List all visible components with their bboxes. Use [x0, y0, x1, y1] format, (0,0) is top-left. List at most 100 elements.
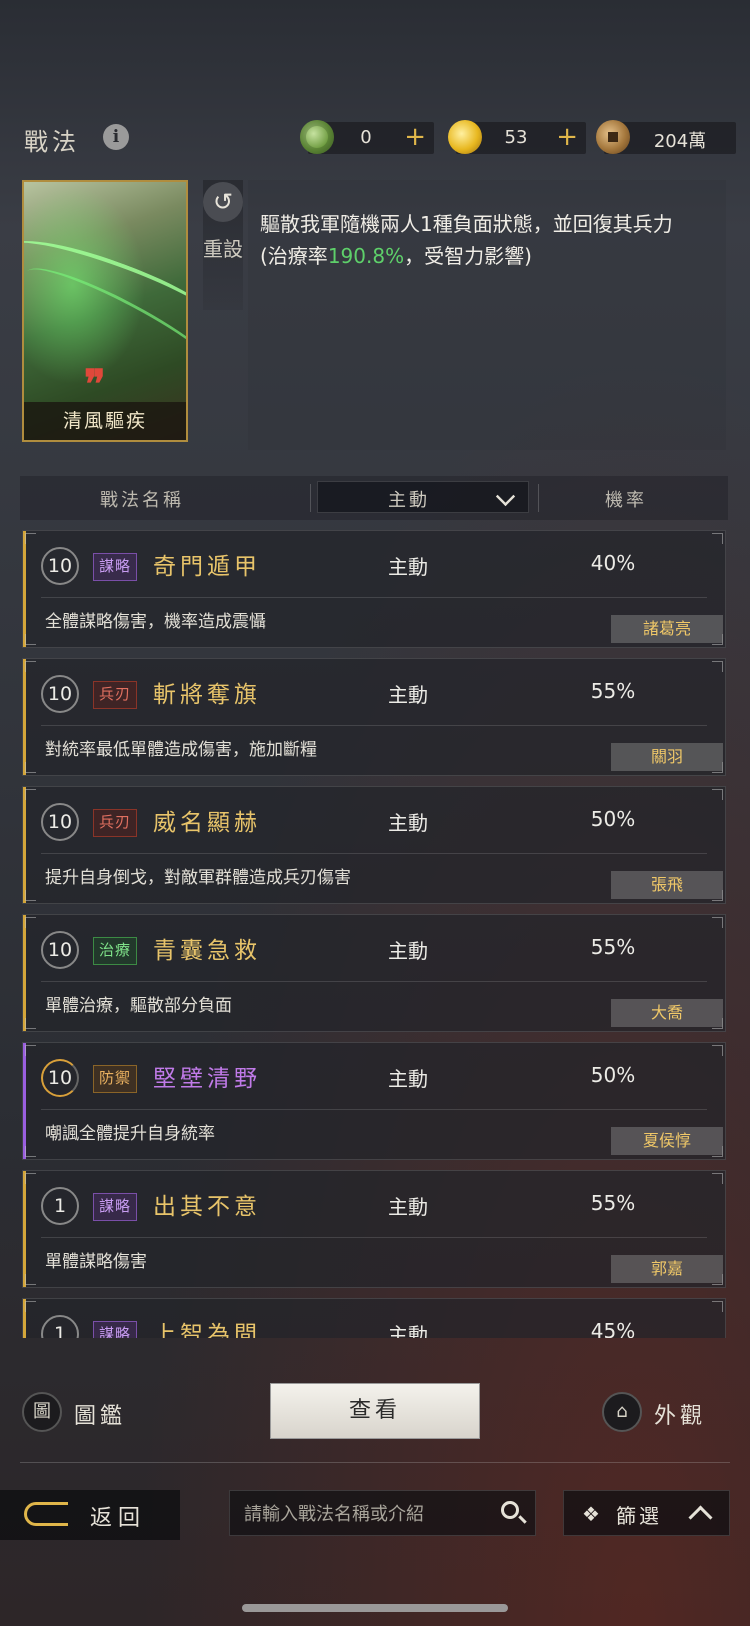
heal-rate-value: 190.8%: [327, 244, 405, 268]
filter-icon: ❖: [582, 1502, 600, 1526]
hero-badge[interactable]: 張飛: [611, 871, 723, 899]
reset-button[interactable]: ↺ 重設: [203, 180, 243, 310]
skill-name: 青囊急救: [153, 938, 261, 964]
filter-button[interactable]: ❖ 篩選: [563, 1490, 730, 1536]
skill-type: 主動: [388, 1067, 428, 1091]
skill-type: 主動: [388, 555, 428, 579]
codex-label: 圖鑑: [74, 1404, 127, 1429]
skill-rate: 50%: [590, 807, 636, 831]
view-button[interactable]: 查看: [271, 1384, 479, 1438]
description-text-2: ，受智力影響): [404, 244, 532, 268]
skill-name: 上智為間: [153, 1322, 261, 1338]
skill-name: 奇門遁甲: [153, 554, 261, 580]
skill-row[interactable]: 10 治療 青囊急救 主動 55% 單體治療，驅散部分負面 大喬: [22, 914, 726, 1032]
list-header: 戰法名稱 主動 機率: [20, 476, 728, 520]
skill-description: 全體謀略傷害，機率造成震懾: [45, 612, 266, 632]
gold-add-button[interactable]: +: [556, 123, 578, 151]
row-accent: [23, 787, 26, 903]
row-divider: [41, 981, 707, 982]
chevron-down-icon: [495, 486, 516, 507]
skill-level: 10: [41, 931, 79, 969]
home-indicator: [242, 1604, 508, 1612]
row-divider: [41, 853, 707, 854]
skill-type: 主動: [388, 939, 428, 963]
copper-value: 204萬: [653, 131, 707, 152]
search-box: [229, 1490, 536, 1536]
row-accent: [23, 915, 26, 1031]
skill-level: 10: [41, 675, 79, 713]
skill-row[interactable]: 10 防禦 堅壁清野 主動 50% 嘲諷全體提升自身統率 夏侯惇: [22, 1042, 726, 1160]
skill-type: 主動: [388, 1195, 428, 1219]
skill-rate: 55%: [590, 1191, 636, 1215]
quote-mark-icon: ❞: [84, 361, 106, 408]
skill-category-tag: 兵刃: [93, 809, 138, 837]
type-filter-dropdown[interactable]: 主動: [317, 481, 529, 513]
back-label: 返回: [90, 1506, 147, 1531]
row-accent: [23, 1171, 26, 1287]
back-arrow-icon: [24, 1502, 68, 1526]
skill-level: 10: [41, 803, 79, 841]
info-icon[interactable]: i: [103, 124, 129, 150]
row-accent: [23, 1043, 26, 1159]
reset-label: 重設: [203, 237, 243, 261]
col-rate-header[interactable]: 機率: [605, 486, 647, 512]
row-divider: [41, 1109, 707, 1110]
skill-row[interactable]: 1 謀略 出其不意 主動 55% 單體謀略傷害 郭嘉: [22, 1170, 726, 1288]
col-name-header[interactable]: 戰法名稱: [100, 486, 184, 512]
skill-name: 出其不意: [153, 1194, 261, 1220]
skill-category-tag: 防禦: [93, 1065, 138, 1093]
gold-coin-icon: [448, 120, 482, 154]
jade-value: 0: [360, 127, 372, 148]
top-bar: 戰法 i 0 + 53 + 204萬: [0, 108, 750, 160]
skill-rate: 50%: [590, 1063, 636, 1087]
page-title: 戰法: [24, 128, 80, 156]
jade-coin-icon: [300, 120, 334, 154]
skill-description: 嘲諷全體提升自身統率: [45, 1124, 215, 1144]
divider: [20, 1462, 730, 1463]
hero-badge[interactable]: 諸葛亮: [611, 615, 723, 643]
row-divider: [41, 597, 707, 598]
codex-icon: 圖: [22, 1392, 62, 1432]
jade-add-button[interactable]: +: [404, 123, 426, 151]
skill-description: 對統率最低單體造成傷害，施加斷糧: [45, 740, 317, 760]
skill-row[interactable]: 10 兵刃 斬將奪旗 主動 55% 對統率最低單體造成傷害，施加斷糧 關羽: [22, 658, 726, 776]
copper-resource: 204萬: [596, 120, 736, 154]
skill-level: 10: [41, 1059, 79, 1097]
skill-category-tag: 謀略: [93, 1321, 138, 1338]
skill-category-tag: 謀略: [93, 553, 138, 581]
skill-list[interactable]: 10 謀略 奇門遁甲 主動 40% 全體謀略傷害，機率造成震懾 諸葛亮 10 兵刃 斬將奪旗 主動 5…: [22, 530, 728, 1338]
skill-category-tag: 謀略: [93, 1193, 138, 1221]
skill-card-name: 清風驅疾: [24, 402, 186, 440]
hero-badge[interactable]: 郭嘉: [611, 1255, 723, 1283]
row-divider: [41, 725, 707, 726]
skill-description: 單體謀略傷害: [45, 1252, 147, 1272]
pagoda-icon: ⌂: [602, 1392, 642, 1432]
skill-row[interactable]: 10 謀略 奇門遁甲 主動 40% 全體謀略傷害，機率造成震懾 諸葛亮: [22, 530, 726, 648]
skill-rate: 55%: [590, 935, 636, 959]
skill-description: 單體治療，驅散部分負面: [45, 996, 232, 1016]
skill-rate: 40%: [590, 551, 636, 575]
chevron-up-icon: [688, 1505, 713, 1530]
skill-name: 斬將奪旗: [153, 682, 261, 708]
search-icon[interactable]: [501, 1501, 519, 1519]
appearance-label: 外觀: [654, 1404, 707, 1429]
hero-badge[interactable]: 關羽: [611, 743, 723, 771]
skill-description: 提升自身倒戈，對敵軍群體造成兵刃傷害: [45, 868, 351, 888]
hero-badge[interactable]: 大喬: [611, 999, 723, 1027]
skill-card-image[interactable]: ❞ 清風驅疾: [22, 180, 188, 442]
skill-category-tag: 兵刃: [93, 681, 138, 709]
back-button[interactable]: 返回: [0, 1490, 180, 1540]
search-input[interactable]: [242, 1499, 486, 1529]
jade-resource: 0 +: [300, 120, 434, 154]
skill-row[interactable]: 1 謀略 上智為間 主動 45%: [22, 1298, 726, 1338]
skill-category-tag: 治療: [93, 937, 138, 965]
type-filter-label: 主動: [388, 490, 430, 511]
skill-level: 1: [41, 1187, 79, 1225]
skill-row[interactable]: 10 兵刃 威名顯赫 主動 50% 提升自身倒戈，對敵軍群體造成兵刃傷害 張飛: [22, 786, 726, 904]
gold-value: 53: [504, 127, 528, 148]
hero-badge[interactable]: 夏侯惇: [611, 1127, 723, 1155]
row-accent: [23, 659, 26, 775]
skill-type: 主動: [388, 683, 428, 707]
row-accent: [23, 531, 26, 647]
reset-icon: ↺: [203, 182, 243, 222]
